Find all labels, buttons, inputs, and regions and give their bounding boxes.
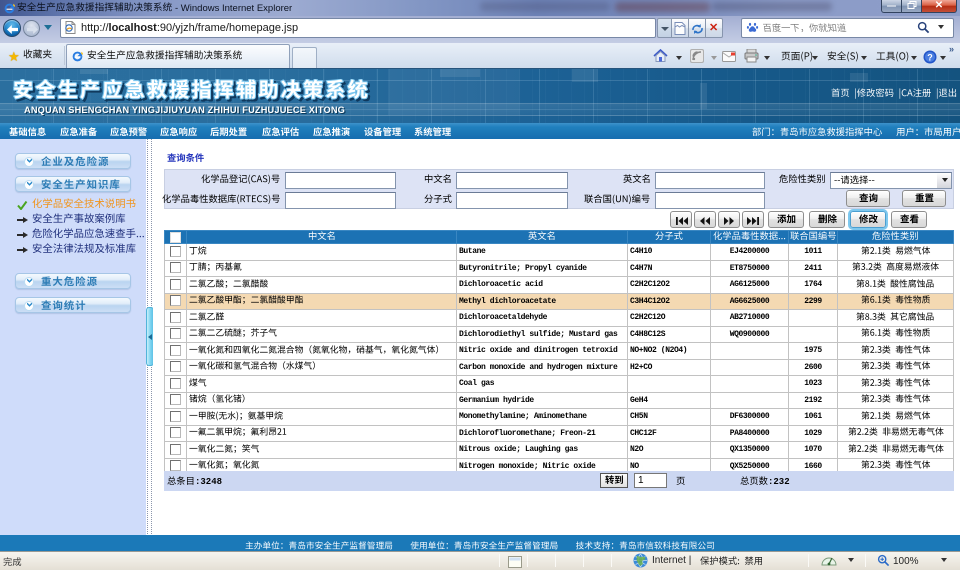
svg-text:?: ?: [927, 53, 933, 63]
